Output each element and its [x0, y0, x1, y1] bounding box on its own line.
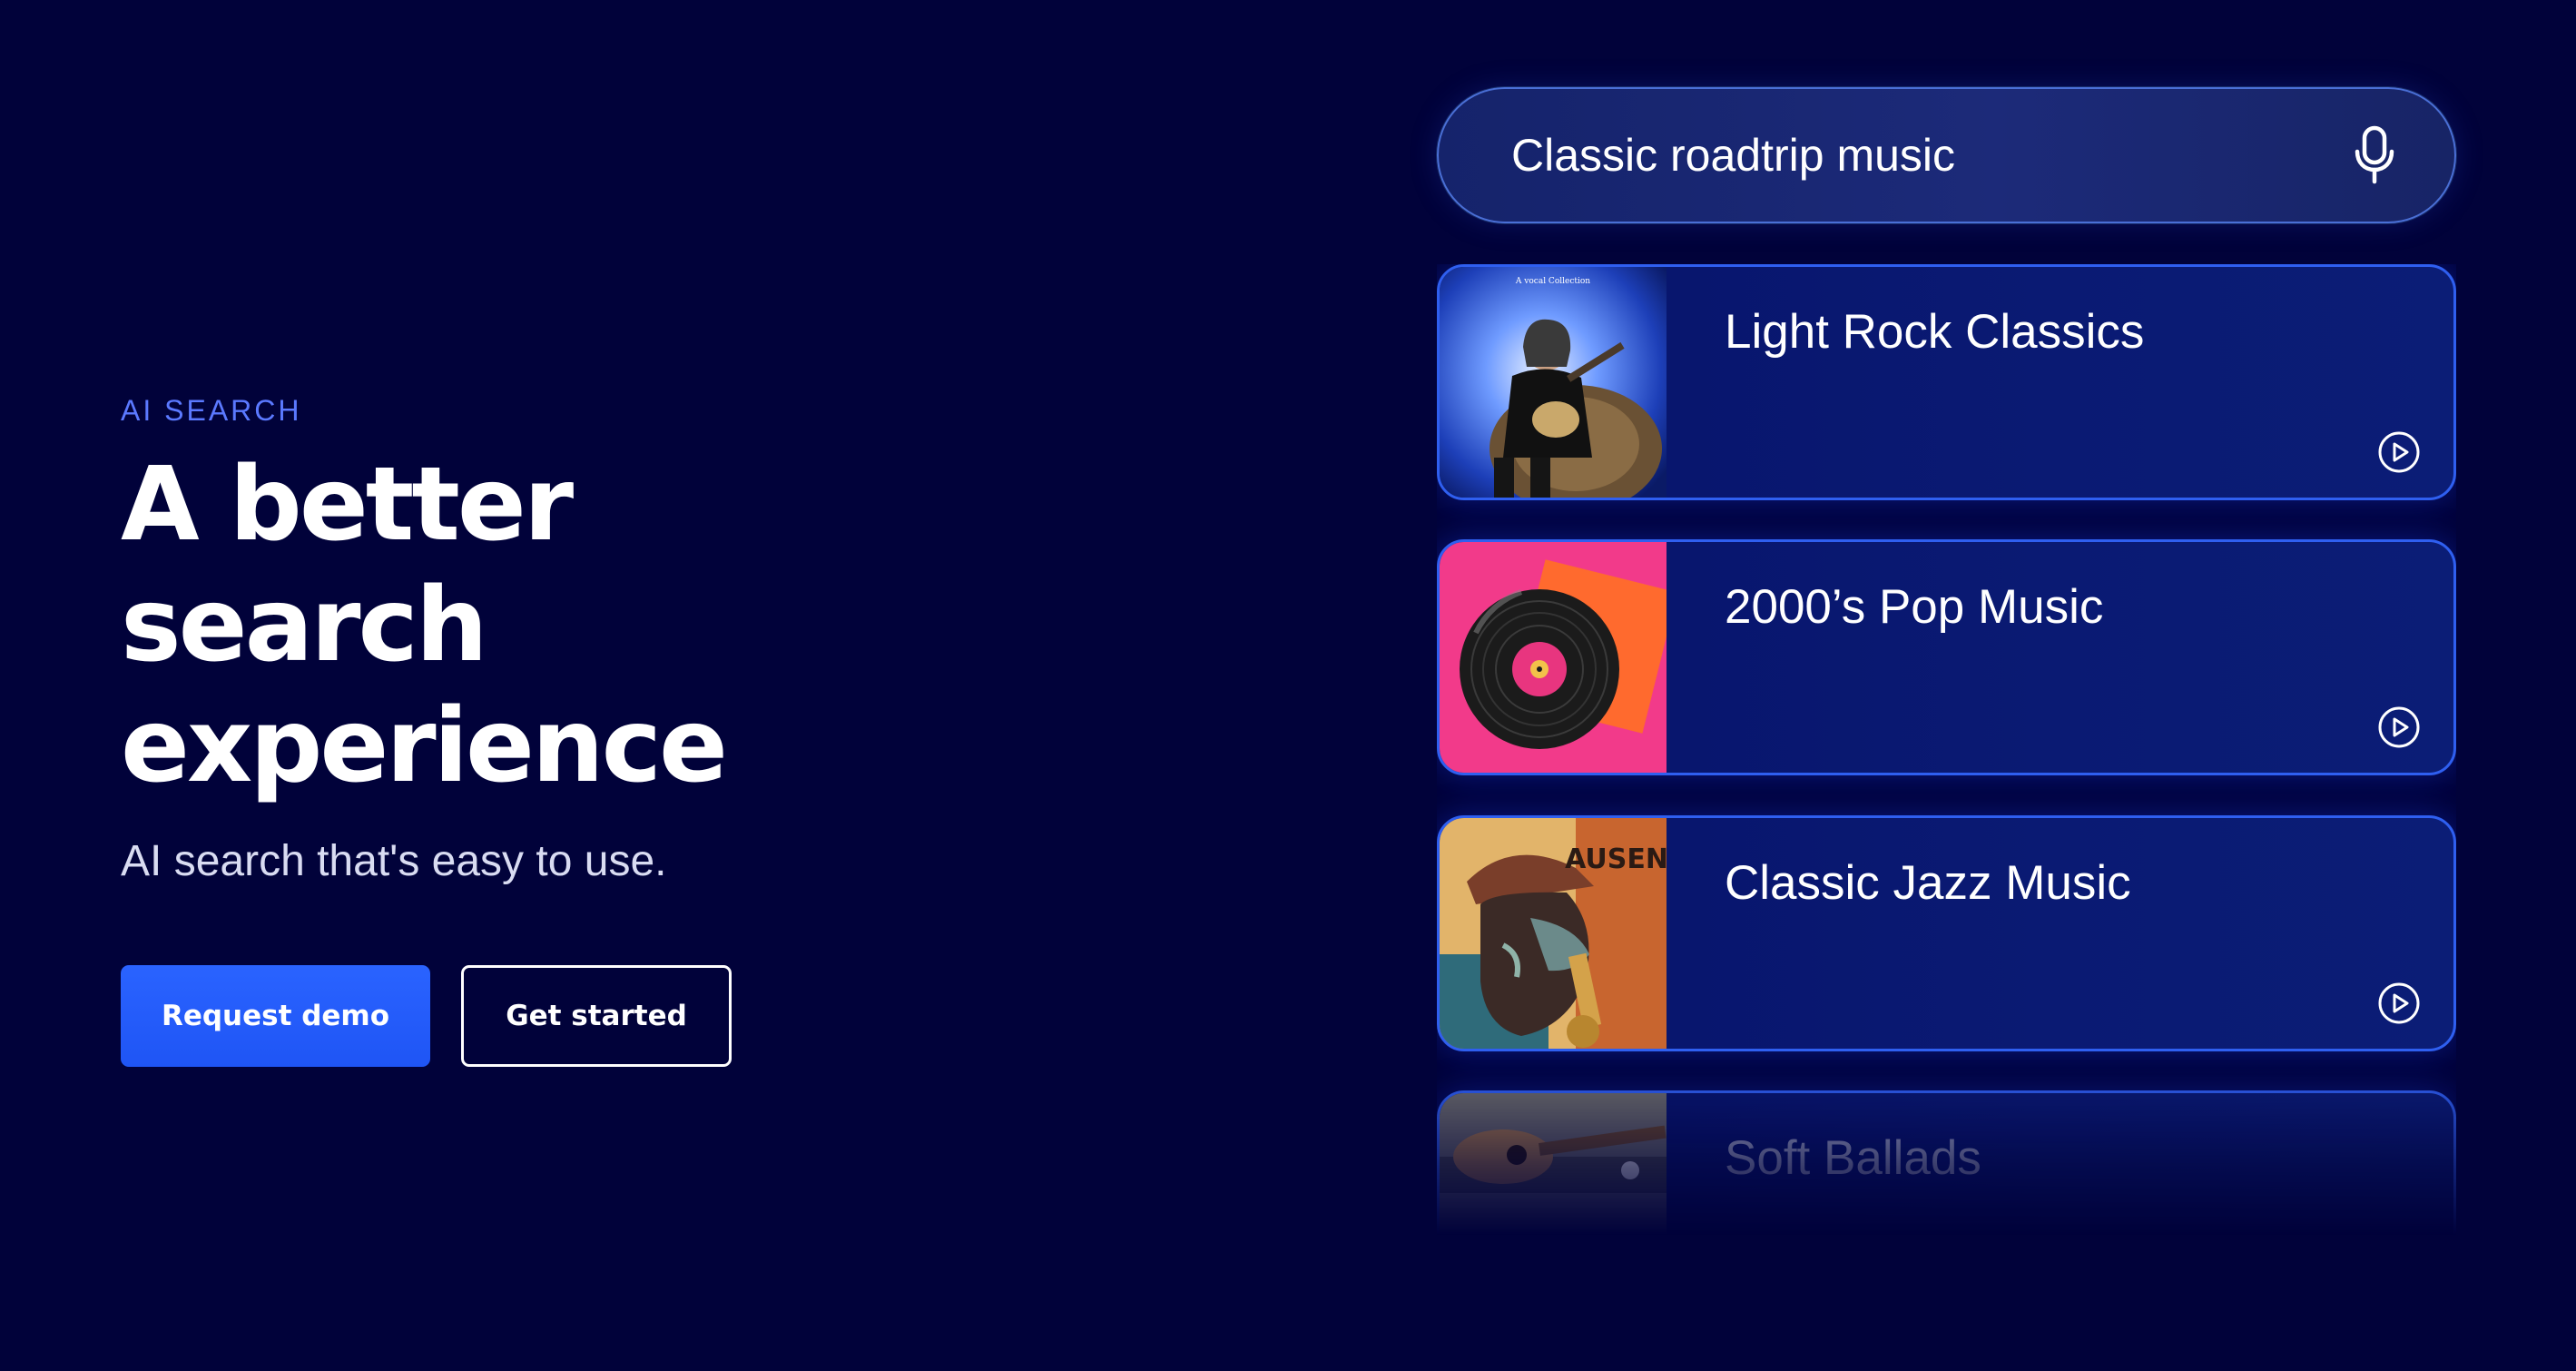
result-title: Classic Jazz Music — [1725, 856, 2131, 910]
search-bar — [1437, 87, 2456, 223]
result-title: Soft Ballads — [1725, 1131, 1981, 1185]
play-icon[interactable] — [2377, 981, 2421, 1025]
svg-text:A vocal Collection: A vocal Collection — [1515, 277, 1590, 286]
hero-section: AI SEARCH A better search experience AI … — [121, 389, 1301, 1067]
hero-subtitle: AI search that's easy to use. — [121, 837, 667, 885]
result-card-jazz-music[interactable]: AUSEN Classic Jazz Music — [1437, 815, 2456, 1051]
result-title: Light Rock Classics — [1725, 305, 2145, 359]
saxophonist-art: AUSEN — [1440, 818, 1667, 1049]
result-card-pop-music[interactable]: 2000’s Pop Music — [1437, 539, 2456, 775]
guitarist-album-art: A vocal Collection — [1440, 267, 1667, 498]
svg-text:AUSEN: AUSEN — [1565, 843, 1667, 875]
result-card-soft-ballads[interactable]: Soft Ballads — [1437, 1090, 2456, 1245]
play-icon[interactable] — [2377, 705, 2421, 749]
hero-headline: A better search experience — [121, 446, 728, 805]
vinyl-record-art — [1440, 542, 1667, 773]
get-started-button[interactable]: Get started — [461, 965, 732, 1067]
search-input[interactable] — [1511, 129, 2349, 182]
play-icon[interactable] — [2377, 430, 2421, 474]
search-results-list: A vocal Collection Light Rock Classics 2… — [1437, 264, 2456, 1245]
eyebrow-label: AI SEARCH — [121, 394, 302, 427]
hero-actions: Request demo Get started — [121, 965, 1301, 1067]
acoustic-guitar-art — [1440, 1093, 1667, 1245]
request-demo-button[interactable]: Request demo — [121, 965, 430, 1067]
result-title: 2000’s Pop Music — [1725, 580, 2104, 634]
result-card-light-rock[interactable]: A vocal Collection Light Rock Classics — [1437, 264, 2456, 500]
microphone-icon[interactable] — [2349, 123, 2400, 187]
landing-page: AI SEARCH A better search experience AI … — [0, 0, 2576, 1371]
